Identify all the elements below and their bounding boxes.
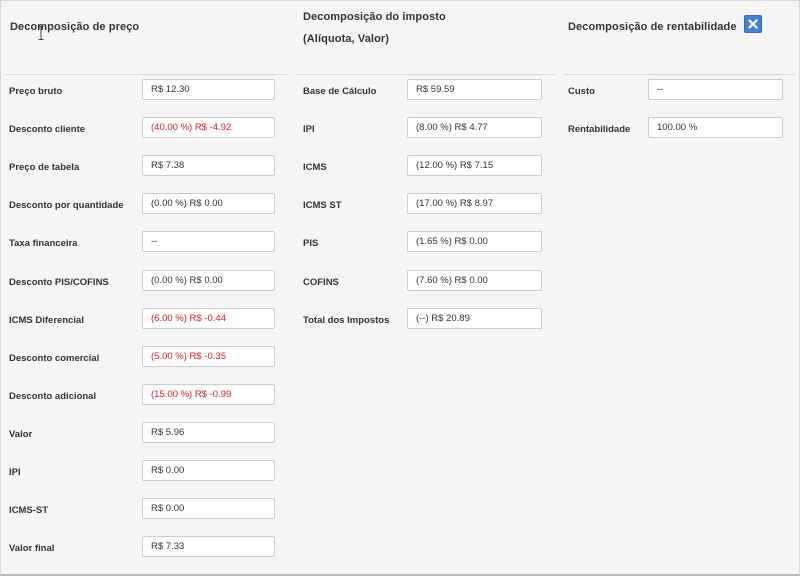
tax-title: Decomposição do imposto — [303, 11, 446, 23]
price-row-label: Desconto PIS/COFINS — [9, 276, 109, 288]
price-row-label: Desconto comercial — [9, 352, 100, 364]
price-row: Taxa financeira -- — [6, 231, 289, 255]
tax-row: IPI (8.00 %) R$ 4.77 — [297, 117, 555, 141]
price-row-label: Desconto por quantidade — [9, 200, 124, 212]
price-row-value-field[interactable]: R$ 0.00 — [142, 460, 275, 481]
price-row-label: IPI — [9, 467, 21, 478]
price-row: Valor final R$ 7.33 — [6, 536, 289, 560]
price-row-value-field[interactable]: R$ 5.96 — [142, 421, 275, 443]
text-cursor-icon — [38, 26, 44, 40]
tax-row-value-field[interactable]: (17.00 %) R$ 8.97 — [407, 193, 542, 215]
profitability-header: Decomposição de rentabilidade — [563, 1, 795, 75]
price-row: ICMS Diferencial (6.00 %) R$ -0.44 — [6, 307, 289, 332]
price-row: Desconto cliente (40.00 %) R$ -4.92 — [6, 117, 289, 141]
tax-row: PIS (1.65 %) R$ 0.00 — [297, 231, 555, 255]
rent-row-label: Rentabilidade — [568, 124, 631, 136]
price-row-label: Preço de tabela — [9, 162, 80, 174]
price-row-value-field[interactable]: R$ 0.00 — [142, 498, 275, 520]
price-row-value-field[interactable]: (5.00 %) R$ -0.35 — [142, 345, 275, 367]
price-row: Desconto por quantidade (0.00 %) R$ 0.00 — [6, 193, 289, 217]
tax-row-value-field[interactable]: (12.00 %) R$ 7.15 — [407, 155, 542, 177]
tax-row: ICMS ST (17.00 %) R$ 8.97 — [297, 193, 555, 217]
rent-row: Custo -- — [563, 79, 795, 103]
rent-row: Rentabilidade 100.00 % — [563, 117, 795, 141]
tax-row-value-field[interactable]: R$ 59.59 — [407, 79, 542, 100]
tax-header: Decomposição do imposto (Alíquota, Valor… — [297, 1, 555, 75]
tax-row-label: Total dos Impostos — [303, 314, 390, 326]
rent-row-value-field[interactable]: -- — [648, 79, 783, 100]
price-row-value-field[interactable]: (6.00 %) R$ -0.44 — [142, 307, 275, 329]
tax-row-value-field[interactable]: (7.60 %) R$ 0.00 — [407, 269, 542, 291]
price-row: Valor R$ 5.96 — [6, 421, 289, 446]
price-row: Desconto comercial (5.00 %) R$ -0.35 — [6, 345, 289, 370]
price-row: Desconto adicional (15.00 %) R$ -0.99 — [6, 383, 289, 408]
tax-row-value-field[interactable]: (1.65 %) R$ 0.00 — [407, 231, 542, 253]
price-row-label: Desconto cliente — [9, 124, 86, 136]
tax-row: ICMS (12.00 %) R$ 7.15 — [297, 155, 555, 179]
price-row: IPI R$ 0.00 — [6, 460, 289, 484]
tax-row: Total dos Impostos (--) R$ 20.89 — [297, 307, 555, 332]
price-row-value-field[interactable]: (15.00 %) R$ -0.99 — [142, 383, 275, 405]
tax-subtitle: (Alíquota, Valor) — [303, 33, 390, 45]
tax-row: Base de Cálculo R$ 59.59 — [297, 79, 555, 103]
price-row-value-field[interactable]: (0.00 %) R$ 0.00 — [142, 193, 275, 215]
tax-row-label: PIS — [303, 238, 319, 250]
price-row-value-field[interactable]: R$ 12.30 — [142, 79, 275, 100]
price-row: Preço de tabela R$ 7.38 — [6, 155, 289, 179]
rent-row-value-field[interactable]: 100.00 % — [648, 117, 783, 139]
price-row-value-field[interactable]: -- — [142, 231, 275, 253]
close-icon — [748, 19, 758, 29]
price-row-label: Taxa financeira — [9, 238, 78, 250]
price-row-label: ICMS-ST — [9, 505, 49, 517]
tax-row-value-field[interactable]: (8.00 %) R$ 4.77 — [407, 117, 542, 139]
price-row-label: Valor final — [9, 543, 55, 555]
price-row: Desconto PIS/COFINS (0.00 %) R$ 0.00 — [6, 269, 289, 294]
price-row-label: Valor — [9, 428, 33, 440]
tax-row-label: Base de Cálculo — [303, 86, 377, 97]
price-row-value-field[interactable]: (0.00 %) R$ 0.00 — [142, 269, 275, 291]
price-breakdown-dialog: Decomposição de preço Preço bruto R$ 12.3… — [0, 0, 800, 576]
price-row-label: ICMS Diferencial — [9, 314, 84, 326]
price-row-value-field[interactable]: R$ 7.33 — [142, 536, 275, 558]
tax-row-label: IPI — [303, 124, 315, 136]
price-row-label: Desconto adicional — [9, 390, 97, 402]
price-title: Decomposição de preço — [10, 21, 140, 33]
close-button[interactable] — [744, 15, 762, 33]
price-row: Preço bruto R$ 12.30 — [6, 79, 289, 103]
price-row-value-field[interactable]: (40.00 %) R$ -4.92 — [142, 117, 275, 139]
tax-row: COFINS (7.60 %) R$ 0.00 — [297, 269, 555, 294]
tax-row-label: COFINS — [303, 276, 339, 288]
price-row-value-field[interactable]: R$ 7.38 — [142, 155, 275, 177]
tax-row-label: ICMS ST — [303, 200, 342, 212]
tax-row-label: ICMS — [303, 162, 327, 174]
price-row: ICMS-ST R$ 0.00 — [6, 498, 289, 522]
tax-row-value-field[interactable]: (--) R$ 20.89 — [407, 307, 542, 329]
profitability-title: Decomposição de rentabilidade — [568, 21, 737, 33]
price-header: Decomposição de preço — [6, 1, 289, 75]
rent-row-label: Custo — [568, 86, 595, 97]
price-row-label: Preço bruto — [9, 86, 63, 97]
